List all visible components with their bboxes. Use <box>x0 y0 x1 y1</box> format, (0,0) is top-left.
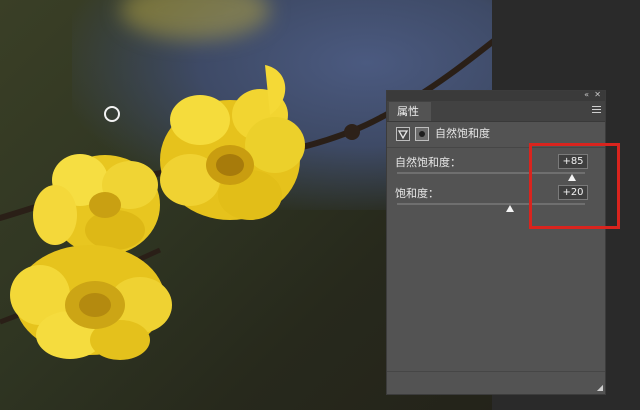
resize-grip-icon[interactable]: ◢ <box>597 383 603 392</box>
flower-right <box>160 65 305 220</box>
panel-footer: ◢ <box>387 371 605 394</box>
adjustment-header: 自然饱和度 <box>387 124 605 144</box>
vibrance-label: 自然饱和度： <box>395 156 461 169</box>
panel-titlebar[interactable]: « ✕ <box>387 90 605 101</box>
collapse-icon[interactable]: « <box>584 90 589 100</box>
flower-left-upper <box>33 154 160 255</box>
adjustment-title: 自然饱和度 <box>435 127 490 140</box>
properties-panel[interactable]: « ✕ 属性 自然饱和度 自然饱和度： +85 饱和度： +20 ◢ <box>386 90 606 395</box>
annotation-highlight-box <box>529 143 620 229</box>
close-icon[interactable]: ✕ <box>594 90 601 100</box>
flower-left-lower <box>10 245 172 360</box>
brush-cursor-icon <box>104 106 120 122</box>
vibrance-adjustment-icon[interactable] <box>396 127 410 141</box>
layer-mask-icon[interactable] <box>415 127 429 141</box>
saturation-label: 饱和度： <box>395 187 439 200</box>
saturation-slider-thumb[interactable] <box>505 205 514 212</box>
tab-properties[interactable]: 属性 <box>389 102 431 121</box>
panel-menu-icon[interactable] <box>592 106 601 115</box>
panel-tab-row: 属性 <box>387 101 605 122</box>
